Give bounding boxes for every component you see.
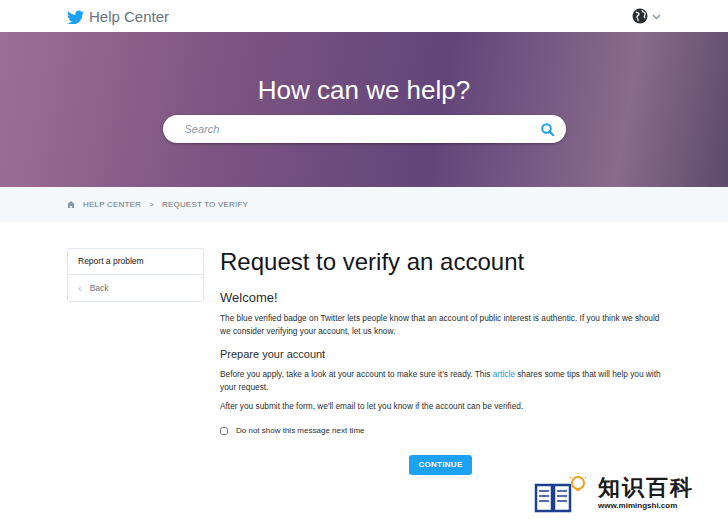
chevron-down-icon xyxy=(652,13,661,20)
book-bulb-icon xyxy=(534,473,590,515)
help-center-logo[interactable]: Help Center xyxy=(67,9,169,24)
article-link[interactable]: article xyxy=(493,369,515,379)
breadcrumb-item[interactable]: REQUEST TO VERIFY xyxy=(162,199,248,211)
article: Request to verify an account Welcome! The … xyxy=(220,248,661,475)
watermark: 知识百科www.mimingshi.com xyxy=(528,471,728,517)
section-heading: Welcome! xyxy=(220,290,661,306)
top-header: Help Center xyxy=(0,0,728,32)
sidebar: Report a problem‹Back xyxy=(67,248,204,302)
continue-button[interactable]: CONTINUE xyxy=(409,455,471,475)
breadcrumb: HELP CENTER > REQUEST TO VERIFY xyxy=(0,187,728,222)
paragraph: The blue verified badge on Twitter lets … xyxy=(220,312,661,338)
language-button[interactable] xyxy=(632,8,661,24)
search-button[interactable] xyxy=(541,123,554,136)
twitter-bird-icon xyxy=(67,9,85,24)
search-input[interactable] xyxy=(183,120,541,139)
watermark-title: 知识百科 xyxy=(598,476,694,500)
dont-show-checkbox-row[interactable]: Do not show this message next time xyxy=(220,425,661,437)
sidebar-item[interactable]: ‹Back xyxy=(68,275,203,301)
content-area: Report a problem‹Back Request to verify a… xyxy=(67,222,661,475)
hero-title: How can we help? xyxy=(258,76,470,106)
sidebar-item[interactable]: Report a problem xyxy=(68,249,203,275)
article-title: Request to verify an account xyxy=(220,248,661,276)
magnifier-icon xyxy=(541,123,554,136)
breadcrumb-item[interactable]: HELP CENTER xyxy=(83,199,141,211)
paragraph: Before you apply, take a look at your ac… xyxy=(220,368,661,394)
watermark-url: www.mimingshi.com xyxy=(598,500,694,512)
search-bar xyxy=(163,115,566,143)
breadcrumb-separator: > xyxy=(149,199,154,211)
hero-banner: How can we help? xyxy=(0,32,728,187)
paragraph-text: After you submit the form, we'll email t… xyxy=(220,401,523,411)
paragraph-text: The blue verified badge on Twitter lets … xyxy=(220,313,659,336)
paragraph: After you submit the form, we'll email t… xyxy=(220,400,661,413)
back-icon: ‹ xyxy=(78,283,82,294)
home-icon xyxy=(67,201,75,208)
header-title[interactable]: Help Center xyxy=(89,9,169,24)
dont-show-checkbox[interactable] xyxy=(220,427,228,435)
paragraph-text: Before you apply, take a look at your ac… xyxy=(220,369,493,379)
globe-icon xyxy=(632,8,648,24)
section-heading: Prepare your account xyxy=(220,348,661,361)
